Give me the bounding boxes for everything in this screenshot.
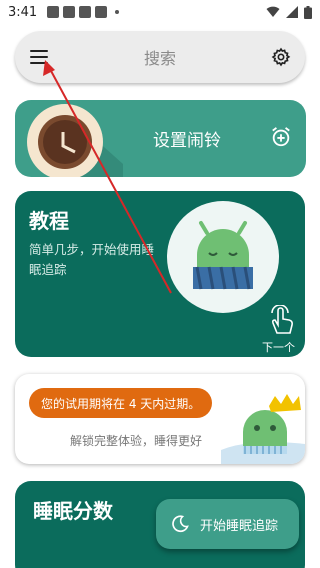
coffee-cup-illustration	[27, 104, 123, 177]
notification-icon	[63, 6, 76, 18]
set-alarm-label: 设置闹铃	[153, 131, 221, 151]
search-bar[interactable]: 搜索	[15, 31, 305, 83]
trial-expiry-badge: 您的试用期将在 4 天内过期。	[29, 388, 213, 418]
search-input[interactable]: 搜索	[63, 45, 257, 69]
more-notifications-icon	[115, 10, 120, 14]
swipe-hand-icon	[271, 305, 293, 334]
alarm-add-icon[interactable]	[270, 126, 292, 148]
notification-icon	[95, 6, 108, 18]
sleeping-android-illustration	[167, 201, 279, 313]
start-sleep-tracking-label: 开始睡眠追踪	[200, 518, 279, 534]
signal-icon	[286, 6, 298, 18]
gear-icon[interactable]	[257, 31, 305, 83]
battery-icon	[304, 5, 312, 19]
tutorial-description: 简单几步，开始使用睡眠追踪	[29, 242, 155, 277]
status-time: 3:41	[8, 4, 38, 20]
start-sleep-tracking-button[interactable]: 开始睡眠追踪	[156, 499, 299, 549]
moon-icon	[172, 515, 189, 533]
status-bar: 3:41	[0, 0, 320, 24]
trial-expiry-card[interactable]: 您的试用期将在 4 天内过期。 解锁完整体验，睡得更好	[15, 374, 305, 464]
notification-icons	[47, 6, 120, 18]
notification-icon	[79, 6, 92, 18]
next-button[interactable]: 下一个	[262, 339, 295, 355]
menu-icon[interactable]	[15, 31, 63, 83]
system-icons	[266, 5, 312, 19]
crowned-android-illustration	[221, 394, 305, 464]
notification-icon	[47, 6, 60, 18]
tutorial-card[interactable]: 教程 简单几步，开始使用睡眠追踪 下一个	[15, 191, 305, 357]
unlock-full-label: 解锁完整体验，睡得更好	[70, 434, 203, 448]
sleep-score-title: 睡眠分数	[33, 499, 113, 523]
set-alarm-card[interactable]: 设置闹铃	[15, 100, 306, 177]
tutorial-title: 教程	[29, 209, 69, 233]
wifi-icon	[266, 6, 280, 17]
